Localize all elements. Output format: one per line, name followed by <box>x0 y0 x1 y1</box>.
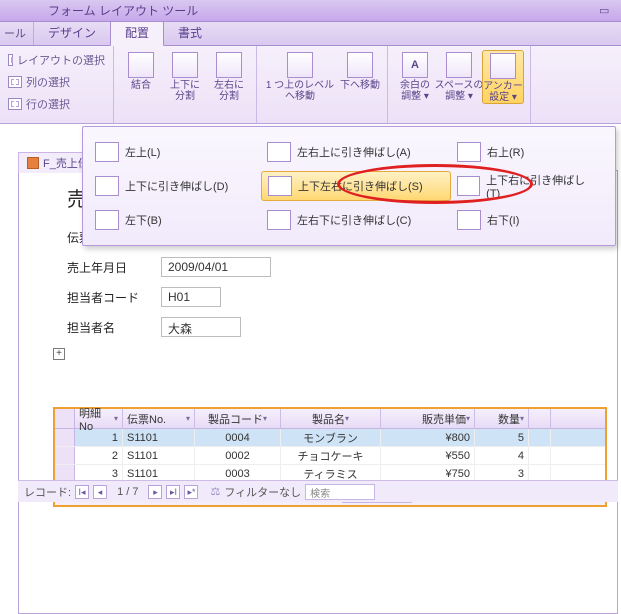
col-slip-no[interactable]: 伝票No.▾ <box>123 409 195 428</box>
nav-first-button[interactable]: I◂ <box>75 485 89 499</box>
row-selector[interactable] <box>55 447 75 464</box>
merge-button[interactable]: 結合 <box>120 50 162 102</box>
col-extra[interactable] <box>529 409 551 428</box>
anchor-stretch-all[interactable]: 上下左右に引き伸ばし(S) <box>261 171 451 201</box>
cell-price[interactable]: ¥550 <box>381 447 475 464</box>
cell-slip-no[interactable]: S1101 <box>123 447 195 464</box>
nav-last-button[interactable]: ▸I <box>166 485 180 499</box>
cell-product-name[interactable]: チョコケーキ <box>281 447 381 464</box>
anchor-bottom-left[interactable]: 左下(B) <box>89 205 261 235</box>
select-layout-button[interactable]: レイアウトの選択 <box>6 50 107 70</box>
anchor-stretch-bottom[interactable]: 左右下に引き伸ばし(C) <box>261 205 451 235</box>
nav-position: 1 / 7 <box>111 486 144 498</box>
split-vertical-button[interactable]: 上下に 分割 <box>164 50 206 102</box>
move-up-level-button[interactable]: 1 つ上のレベル へ移動 <box>263 50 337 102</box>
grid-header: 明細No▾ 伝票No.▾ 製品コード▾ 製品名▾ 販売単価▾ 数量▾ <box>55 409 605 429</box>
anchor-stretch-left[interactable]: 上下に引き伸ばし(D) <box>89 171 261 201</box>
cell-extra[interactable] <box>529 429 551 446</box>
anchor-stretch-top[interactable]: 左右上に引き伸ばし(A) <box>261 137 451 167</box>
arrow-down-icon <box>347 52 373 78</box>
select-row-button[interactable]: 行の選択 <box>6 94 107 114</box>
label-staff-name: 担当者名 <box>67 319 161 336</box>
label-staff-code: 担当者コード <box>67 289 161 306</box>
arrow-up-icon <box>287 52 313 78</box>
margin-icon: A <box>402 52 428 78</box>
anchor-tr-icon <box>457 142 481 162</box>
field-date[interactable]: 2009/04/01 <box>161 257 271 277</box>
tab-arrange[interactable]: 配置 <box>110 19 164 46</box>
form-record-nav: レコード: I◂ ◂ 1 / 7 ▸ ▸I ▸* ⚖ フィルターなし 検索 <box>18 480 618 502</box>
contextual-title-bar: フォーム レイアウト ツール ▭ <box>0 0 621 22</box>
field-staff-code[interactable]: H01 <box>161 287 221 307</box>
anchor-tl-icon <box>95 142 119 162</box>
tab-cutoff: ール <box>0 22 34 45</box>
cell-detail-no[interactable]: 2 <box>75 447 123 464</box>
field-staff-name[interactable]: 大森 <box>161 317 241 337</box>
split-h-icon <box>216 52 242 78</box>
cell-product-code[interactable]: 0002 <box>195 447 281 464</box>
anchor-stretch-top-icon <box>267 142 291 162</box>
label-date: 売上年月日 <box>67 259 161 276</box>
minimize-ribbon-icon[interactable]: ▭ <box>599 4 613 18</box>
col-product-name[interactable]: 製品名▾ <box>281 409 381 428</box>
anchor-top-right[interactable]: 右上(R) <box>451 137 601 167</box>
nav-next-button[interactable]: ▸ <box>148 485 162 499</box>
cell-extra[interactable] <box>529 447 551 464</box>
nav-prev-button[interactable]: ◂ <box>93 485 107 499</box>
split-horizontal-button[interactable]: 左右に 分割 <box>208 50 250 102</box>
expand-icon[interactable]: + <box>53 348 65 360</box>
column-icon <box>8 76 22 88</box>
anchor-stretch-left-icon <box>95 176 119 196</box>
cell-product-name[interactable]: モンブラン <box>281 429 381 446</box>
col-detail-no[interactable]: 明細No▾ <box>75 409 123 428</box>
cell-qty[interactable]: 5 <box>475 429 529 446</box>
ribbon-tabs: ール デザイン 配置 書式 <box>0 22 621 46</box>
anchor-stretch-right[interactable]: 上下右に引き伸ばし(T) <box>451 171 601 201</box>
grid-icon <box>8 54 13 66</box>
anchor-top-left[interactable]: 左上(L) <box>89 137 261 167</box>
anchor-br-icon <box>457 210 481 230</box>
tab-design[interactable]: デザイン <box>34 20 110 45</box>
anchor-bl-icon <box>95 210 119 230</box>
move-down-button[interactable]: 下へ移動 <box>339 50 381 102</box>
anchor-stretch-right-icon <box>457 176 480 196</box>
anchor-icon <box>490 53 516 79</box>
split-v-icon <box>172 52 198 78</box>
ribbon: レイアウトの選択 列の選択 行の選択 結合 上下に 分割 左右に 分割 1 つ上… <box>0 46 621 124</box>
col-qty[interactable]: 数量▾ <box>475 409 529 428</box>
select-column-button[interactable]: 列の選択 <box>6 72 107 92</box>
contextual-title: フォーム レイアウト ツール <box>48 2 198 19</box>
cell-qty[interactable]: 4 <box>475 447 529 464</box>
col-price[interactable]: 販売単価▾ <box>381 409 475 428</box>
anchor-stretch-bottom-icon <box>267 210 291 230</box>
row-icon <box>8 98 22 110</box>
cell-price[interactable]: ¥800 <box>381 429 475 446</box>
cell-product-code[interactable]: 0004 <box>195 429 281 446</box>
spacing-button[interactable]: スペースの 調整 ▾ <box>438 50 480 104</box>
merge-icon <box>128 52 154 78</box>
nav-new-button[interactable]: ▸* <box>184 485 198 499</box>
recnav-label: レコード: <box>24 484 71 500</box>
form-icon <box>27 157 39 169</box>
anchor-button[interactable]: アンカー 設定 ▾ <box>482 50 524 104</box>
table-row[interactable]: 1S11010004モンブラン¥8005 <box>55 429 605 447</box>
col-product-code[interactable]: 製品コード▾ <box>195 409 281 428</box>
table-row[interactable]: 2S11010002チョコケーキ¥5504 <box>55 447 605 465</box>
margin-button[interactable]: A余白の 調整 ▾ <box>394 50 436 104</box>
search-input[interactable]: 検索 <box>305 484 375 500</box>
anchor-dropdown: 左上(L) 左右上に引き伸ばし(A) 右上(R) 上下に引き伸ばし(D) 上下左… <box>82 126 616 246</box>
row-selector[interactable] <box>55 429 75 446</box>
anchor-bottom-right[interactable]: 右下(I) <box>451 205 601 235</box>
anchor-stretch-all-icon <box>268 176 292 196</box>
cell-slip-no[interactable]: S1101 <box>123 429 195 446</box>
spacing-icon <box>446 52 472 78</box>
tab-format[interactable]: 書式 <box>164 20 216 45</box>
row-selector-header[interactable] <box>55 409 75 428</box>
filter-status[interactable]: フィルターなし <box>224 484 301 500</box>
